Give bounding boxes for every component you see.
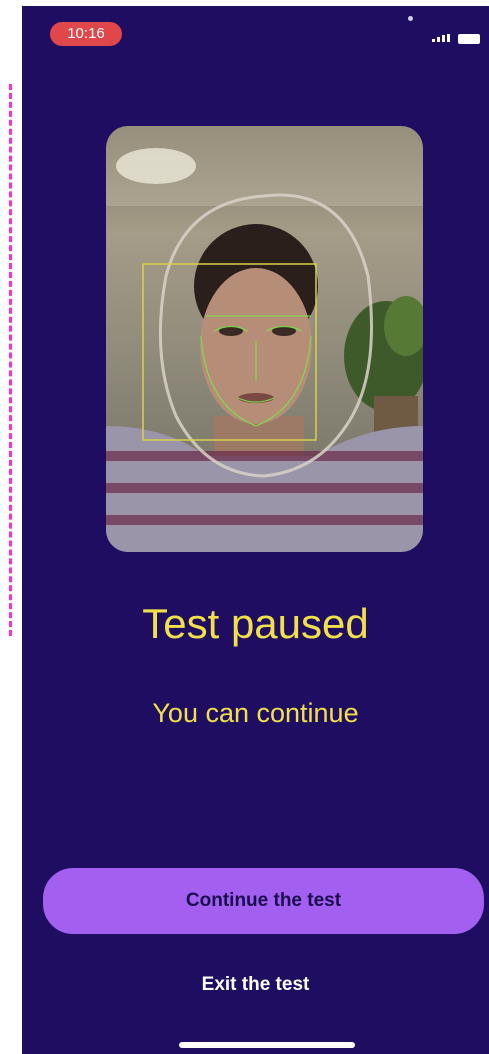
status-time: 10:16 (50, 22, 122, 46)
camera-preview (106, 126, 423, 552)
plant (344, 296, 423, 436)
status-bar: 10:16 (22, 6, 489, 56)
page-title: Test paused (142, 600, 369, 647)
continue-test-button[interactable]: Continue the test (43, 868, 484, 934)
exit-test-link[interactable]: Exit the test (22, 974, 489, 996)
home-indicator[interactable] (179, 1042, 355, 1048)
dashed-guide-line (0, 84, 12, 636)
battery-icon (458, 34, 480, 44)
camera-feed-illustration (106, 126, 423, 552)
page-subtitle: You can continue (152, 698, 359, 728)
status-dot (408, 16, 413, 21)
phone-screen: 10:16 Test paused You can continue Conti… (22, 6, 489, 1054)
signal-icon (432, 34, 450, 42)
